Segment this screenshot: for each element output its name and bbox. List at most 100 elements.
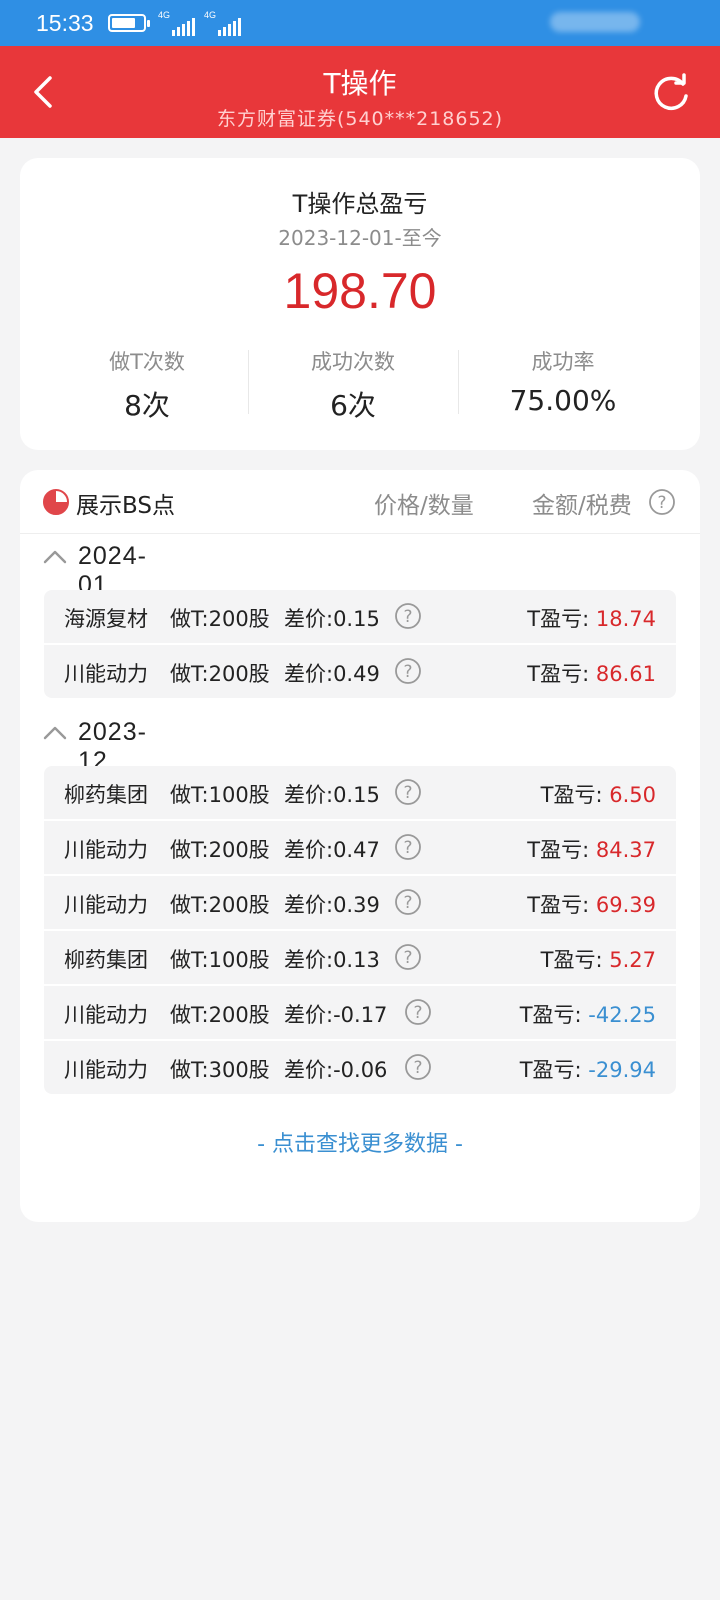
svg-text:?: ? [403,893,412,913]
t-profit-value: 18.74 [595,607,656,631]
t-profit-value: -29.94 [588,1058,656,1082]
refresh-icon[interactable] [650,72,692,114]
t-profit-label: T盈亏: [527,893,590,917]
trade-row[interactable]: 川能动力 做T:300股 差价:-0.06? T盈亏: -29.94 [44,1041,676,1094]
trade-quantity: 做T:100股 [170,783,270,807]
signal-1-icon: 4G [158,10,202,36]
question-icon[interactable]: ? [394,657,422,685]
t-profit-label: T盈亏: [519,1058,582,1082]
stat-value: 75.00% [509,384,617,417]
stock-name: 柳药集团 [64,783,148,807]
signal-2-icon: 4G [204,10,248,36]
price-difference: 差价:0.13 [284,948,380,972]
price-difference: 差价:-0.17 [284,1003,388,1027]
t-profit-value: 86.61 [595,662,656,686]
stat-value: 6次 [330,389,376,422]
t-profit-loss: T盈亏: -29.94 [520,1054,656,1084]
t-profit-loss: T盈亏: 69.39 [527,889,656,919]
stat-value: 8次 [124,389,170,422]
network-type-2: 4G [204,10,217,20]
trade-quantity: 做T:200股 [170,662,270,686]
stat-label: 做T次数 [109,350,185,374]
show-bs-points-toggle[interactable]: 展示BS点 [76,486,175,520]
t-profit-value: -42.25 [588,1003,656,1027]
trade-quantity: 做T:300股 [170,1058,270,1082]
t-profit-value: 69.39 [595,893,656,917]
trade-row[interactable]: 川能动力 做T:200股 差价:0.39? T盈亏: 69.39 [44,876,676,929]
trade-quantity: 做T:200股 [170,1003,270,1027]
t-profit-label: T盈亏: [527,607,590,631]
question-icon[interactable]: ? [648,488,676,516]
column-header-price-qty: 价格/数量 [374,493,474,519]
question-icon[interactable]: ? [394,888,422,916]
blurred-status-area [550,12,640,32]
question-icon[interactable]: ? [394,602,422,630]
t-profit-loss: T盈亏: 86.61 [527,658,656,688]
t-profit-loss: T盈亏: 18.74 [527,603,656,633]
svg-text:?: ? [403,838,412,858]
question-icon[interactable]: ? [404,998,432,1026]
load-more-link[interactable]: - 点击查找更多数据 - [20,1126,700,1158]
stock-name: 川能动力 [64,838,148,862]
price-difference: 差价:0.15 [284,607,380,631]
stat-success-count: 成功次数 6次 [246,346,460,424]
question-icon[interactable]: ? [394,943,422,971]
t-profit-label: T盈亏: [527,838,590,862]
stock-name: 川能动力 [64,662,148,686]
nav-bar: T操作 东方财富证券(540***218652) [0,46,720,138]
stock-name: 海源复材 [64,607,148,631]
summary-card: T操作总盈亏 2023-12-01-至今 198.70 做T次数 8次 成功次数… [20,158,700,450]
trade-quantity: 做T:100股 [170,948,270,972]
t-profit-value: 84.37 [595,838,656,862]
battery-icon [108,14,150,32]
stat-label: 成功率 [531,350,595,374]
account-subtitle: 东方财富证券(540***218652) [216,108,504,130]
svg-text:?: ? [657,493,666,513]
stat-trade-count: 做T次数 8次 [40,346,254,424]
t-profit-loss: T盈亏: 5.27 [541,944,656,974]
chevron-up-icon [43,550,67,564]
stock-name: 川能动力 [64,893,148,917]
stock-name: 川能动力 [64,1058,148,1082]
trade-quantity: 做T:200股 [170,893,270,917]
trade-row[interactable]: 川能动力 做T:200股 差价:-0.17? T盈亏: -42.25 [44,986,676,1039]
trade-row[interactable]: 海源复材 做T:200股 差价:0.15? T盈亏: 18.74 [44,590,676,643]
trade-quantity: 做T:200股 [170,838,270,862]
question-icon[interactable]: ? [394,833,422,861]
price-difference: 差价:0.15 [284,783,380,807]
trade-row[interactable]: 柳药集团 做T:100股 差价:0.13? T盈亏: 5.27 [44,931,676,984]
question-icon[interactable]: ? [394,778,422,806]
price-difference: 差价:0.49 [284,662,380,686]
t-profit-label: T盈亏: [527,662,590,686]
trade-list-card: 展示BS点 价格/数量 金额/税费 ? 2024-01 海源复材 做T:200股 差价… [20,470,700,1222]
list-header: 展示BS点 价格/数量 金额/税费 ? [20,470,700,534]
t-profit-label: T盈亏: [540,948,603,972]
t-profit-label: T盈亏: [519,1003,582,1027]
status-time: 15:33 [36,10,94,36]
trade-row[interactable]: 柳药集团 做T:100股 差价:0.15? T盈亏: 6.50 [44,766,676,819]
pie-toggle-icon[interactable] [42,488,70,516]
page-title: T操作 [323,67,397,100]
stat-label: 成功次数 [311,350,395,374]
summary-title: T操作总盈亏 [292,190,428,218]
trade-row[interactable]: 川能动力 做T:200股 差价:0.49? T盈亏: 86.61 [44,645,676,698]
battery-level [112,18,135,28]
svg-text:?: ? [403,662,412,682]
price-difference: 差价:0.39 [284,893,380,917]
stat-success-rate: 成功率 75.00% [456,346,670,417]
trade-row[interactable]: 川能动力 做T:200股 差价:0.47? T盈亏: 84.37 [44,821,676,874]
svg-text:?: ? [403,783,412,803]
svg-text:?: ? [403,948,412,968]
svg-text:?: ? [413,1003,422,1023]
stock-name: 川能动力 [64,1003,148,1027]
t-profit-label: T盈亏: [540,783,603,807]
column-header-amount-fee: 金额/税费 [532,493,632,519]
total-profit-value: 198.70 [283,263,437,319]
price-difference: 差价:0.47 [284,838,380,862]
question-icon[interactable]: ? [404,1053,432,1081]
network-type-1: 4G [158,10,171,20]
chevron-up-icon [43,726,67,740]
trade-quantity: 做T:200股 [170,607,270,631]
summary-date-range: 2023-12-01-至今 [278,226,442,250]
t-profit-loss: T盈亏: -42.25 [520,999,656,1029]
